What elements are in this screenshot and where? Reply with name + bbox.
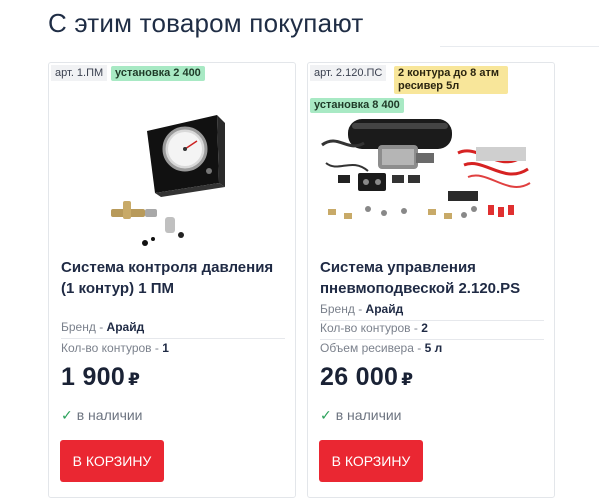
spec-circuits: Кол-во контуров - 2 [320,321,544,340]
section-title: С этим товаром покупают [48,8,364,38]
check-icon: ✓ [61,407,73,423]
article-code: арт. 1.ПМ [51,65,108,81]
feature-badge: 2 контура до 8 атм ресивер 5л [394,66,508,94]
product-price: 26 000 ₽ [320,363,414,391]
product-name[interactable]: Система контроля давления (1 контур) 1 П… [61,257,289,299]
spec-circuits: Кол-во контуров - 1 [61,341,169,355]
stock-status: ✓ в наличии [320,407,402,423]
spec-receiver-volume: Объем ресивера - 5 л [320,341,443,355]
spec-brand: Бренд - Арайд [320,302,544,321]
install-badge: установка 2 400 [111,66,205,81]
title-divider [440,46,599,47]
product-image[interactable] [308,113,554,243]
add-to-cart-button[interactable]: В КОРЗИНУ [319,440,423,482]
check-icon: ✓ [320,407,332,423]
product-card[interactable]: арт. 1.ПМ установка 2 400 Система контро… [48,62,296,498]
spec-brand: Бренд - Арайд [61,320,285,339]
stock-status: ✓ в наличии [61,407,143,423]
article-code: арт. 2.120.ПС [310,65,387,81]
product-card[interactable]: арт. 2.120.ПС 2 контура до 8 атм ресивер… [307,62,555,498]
product-name[interactable]: Система управления пневмоподвеской 2.120… [320,257,548,299]
install-badge: установка 8 400 [310,98,404,113]
product-price: 1 900 ₽ [61,363,141,391]
add-to-cart-button[interactable]: В КОРЗИНУ [60,440,164,482]
product-image[interactable] [49,97,295,247]
